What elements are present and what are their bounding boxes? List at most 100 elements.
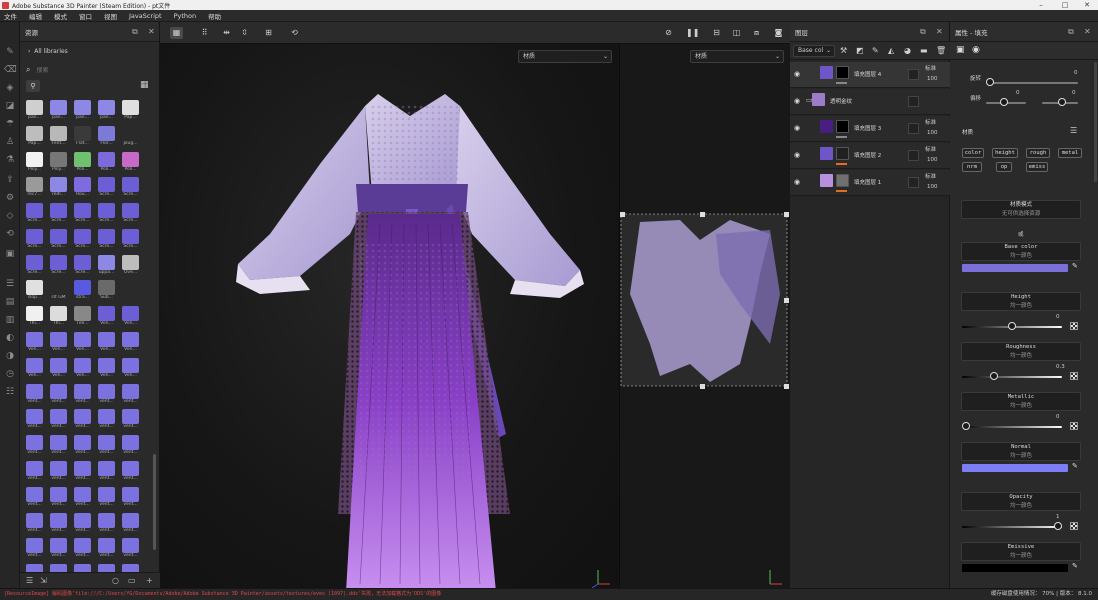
eyedropper-icon[interactable]: ✎ [1072, 562, 1078, 570]
filter-list-icon[interactable]: ☰ [26, 576, 33, 585]
asset-thumb[interactable]: Tile... [72, 306, 93, 328]
uv-handle[interactable] [784, 298, 789, 303]
asset-thumb[interactable]: Poli... [120, 151, 141, 174]
asset-thumb[interactable]: Ven... [120, 357, 141, 380]
asset-thumb[interactable]: vent... [96, 383, 117, 406]
blend-mode[interactable]: 标准 [925, 172, 936, 180]
channel-box[interactable]: Metallic 均一颜色 [961, 392, 1081, 411]
undock-icon[interactable]: ⧉ [1068, 27, 1074, 37]
channel-chip[interactable]: nrm [962, 162, 982, 172]
asset-thumb[interactable]: vent... [96, 512, 117, 535]
asset-thumb[interactable]: vent... [24, 409, 45, 431]
folder-icon[interactable]: ▭ [128, 576, 136, 585]
viewer-settings-icon[interactable]: ◑ [4, 350, 16, 362]
offset-x-thumb[interactable] [1000, 98, 1008, 106]
asset-thumb[interactable]: Scre... [24, 203, 45, 225]
asset-thumb[interactable]: Scre... [48, 228, 69, 251]
asset-thumb[interactable]: vent... [120, 486, 141, 509]
asset-thumb[interactable]: Poly... [48, 151, 69, 174]
transform-icon[interactable]: ⟲ [4, 228, 16, 240]
add-paint-layer-icon[interactable]: ✎ [872, 46, 879, 55]
asset-thumb[interactable]: vent... [24, 512, 45, 535]
delete-layer-icon[interactable]: 🗑 [936, 46, 946, 55]
add-fill-layer-icon[interactable]: ◭ [888, 46, 894, 55]
menu-edit[interactable]: 编辑 [29, 11, 42, 21]
menu-file[interactable]: 文件 [4, 11, 17, 21]
channel-value[interactable]: 1 [1056, 514, 1060, 520]
material-tab-icon[interactable]: ◉ [972, 45, 980, 55]
channel-value[interactable]: 0.3 [1056, 364, 1065, 370]
asset-thumb[interactable]: vent... [24, 383, 45, 406]
asset-thumb[interactable]: vent... [96, 538, 117, 560]
asset-thumb[interactable]: Scre... [48, 203, 69, 225]
asset-thumb[interactable]: pan... [48, 100, 69, 122]
rotate-thumb[interactable] [986, 78, 994, 86]
eyedropper-icon[interactable]: ✎ [1072, 262, 1078, 270]
color-swatch[interactable] [962, 264, 1068, 272]
minimize-button[interactable]: – [1030, 0, 1052, 10]
eye-icon[interactable]: ◉ [794, 97, 800, 105]
slider-thumb[interactable] [1008, 322, 1016, 330]
asset-thumb[interactable]: Scre... [72, 254, 93, 277]
menu-view[interactable]: 视图 [104, 11, 117, 21]
texture-slot-icon[interactable] [1070, 372, 1078, 380]
asset-thumb[interactable]: vent... [120, 538, 141, 560]
uv-handle[interactable] [784, 212, 789, 217]
asset-thumb[interactable]: Ven... [24, 332, 45, 354]
uv-handle[interactable] [620, 212, 625, 217]
layer-row[interactable]: ◉ 填充图层 3 标准 100 [790, 116, 950, 142]
eye-icon[interactable]: ◉ [794, 124, 800, 132]
asset-thumb[interactable]: Scre... [48, 254, 69, 277]
channel-box[interactable]: Roughness 均一颜色 [961, 342, 1081, 361]
history-icon[interactable]: ◷ [4, 368, 16, 380]
asset-thumb[interactable]: pan... [24, 100, 45, 122]
channel-slider[interactable] [962, 522, 1062, 532]
color-swatch[interactable] [962, 564, 1068, 572]
slider-thumb[interactable] [1054, 522, 1062, 530]
channel-box[interactable]: Opacity 均一颜色 [961, 492, 1081, 511]
asset-thumb[interactable]: Thi... [48, 306, 69, 328]
paint-brush-icon[interactable]: ✎ [4, 46, 16, 58]
layer-row[interactable]: ◉ 填充图层 2 标准 100 [790, 143, 950, 169]
layer-checkbox[interactable] [908, 177, 919, 188]
asset-thumb[interactable]: vent... [48, 409, 69, 431]
visibility-off-icon[interactable]: ⊘ [662, 27, 675, 39]
menu-mode[interactable]: 模式 [54, 11, 67, 21]
asset-thumb[interactable]: vent... [120, 383, 141, 406]
undock-icon[interactable]: ⧉ [132, 27, 138, 37]
add-smart-material-icon[interactable]: ◕ [904, 46, 911, 55]
import-icon[interactable]: ⇲ [40, 576, 47, 585]
asset-thumb[interactable]: pan... [72, 100, 93, 122]
eyedropper-icon[interactable]: ✎ [1072, 462, 1078, 470]
asset-thumb[interactable]: vent... [120, 512, 141, 535]
asset-thumb[interactable]: vent... [48, 512, 69, 535]
channel-box[interactable]: Emissive 均一颜色 [961, 542, 1081, 561]
shelf-icon[interactable]: ▤ [4, 296, 16, 308]
asset-thumb[interactable]: vent... [72, 538, 93, 560]
layer-row[interactable]: ◉ 填充图层 4 标准 100 [790, 62, 950, 88]
asset-thumb[interactable]: slop... [24, 280, 45, 302]
channel-chip[interactable]: emiss [1026, 162, 1048, 172]
asset-thumb[interactable]: uppa... [96, 254, 117, 277]
viewport-2d[interactable]: 材质 ⌄ [619, 44, 790, 588]
asset-thumb[interactable]: redl... [48, 177, 69, 199]
channel-chip[interactable]: color [962, 148, 984, 158]
asset-thumb[interactable]: Poli... [96, 151, 117, 174]
asset-thumb[interactable]: vent... [72, 383, 93, 406]
close-panel-icon[interactable]: ✕ [148, 27, 155, 36]
asset-thumb[interactable]: Ven... [72, 357, 93, 380]
asset-thumb[interactable]: vent... [96, 435, 117, 457]
asset-thumb[interactable]: Thi... [24, 306, 45, 328]
material-mode-button[interactable]: 材质模式 无可供选择资源 [961, 200, 1081, 219]
render-icon[interactable]: ⧈ [750, 27, 763, 39]
cube-view-icon[interactable]: ◫ [730, 27, 743, 39]
texture-slot-icon[interactable] [1070, 322, 1078, 330]
grid-mode-icon[interactable]: ▦ [170, 27, 183, 39]
channel-chip[interactable]: metal [1058, 148, 1082, 158]
asset-thumb[interactable]: slt GM [48, 280, 69, 302]
color-swatch[interactable] [962, 464, 1068, 472]
asset-thumb[interactable]: Ven... [48, 332, 69, 354]
camera-tool-icon[interactable]: ▣ [4, 248, 16, 260]
asset-thumb[interactable]: Scre... [96, 177, 117, 199]
asset-thumb[interactable]: Pap... [24, 125, 45, 148]
